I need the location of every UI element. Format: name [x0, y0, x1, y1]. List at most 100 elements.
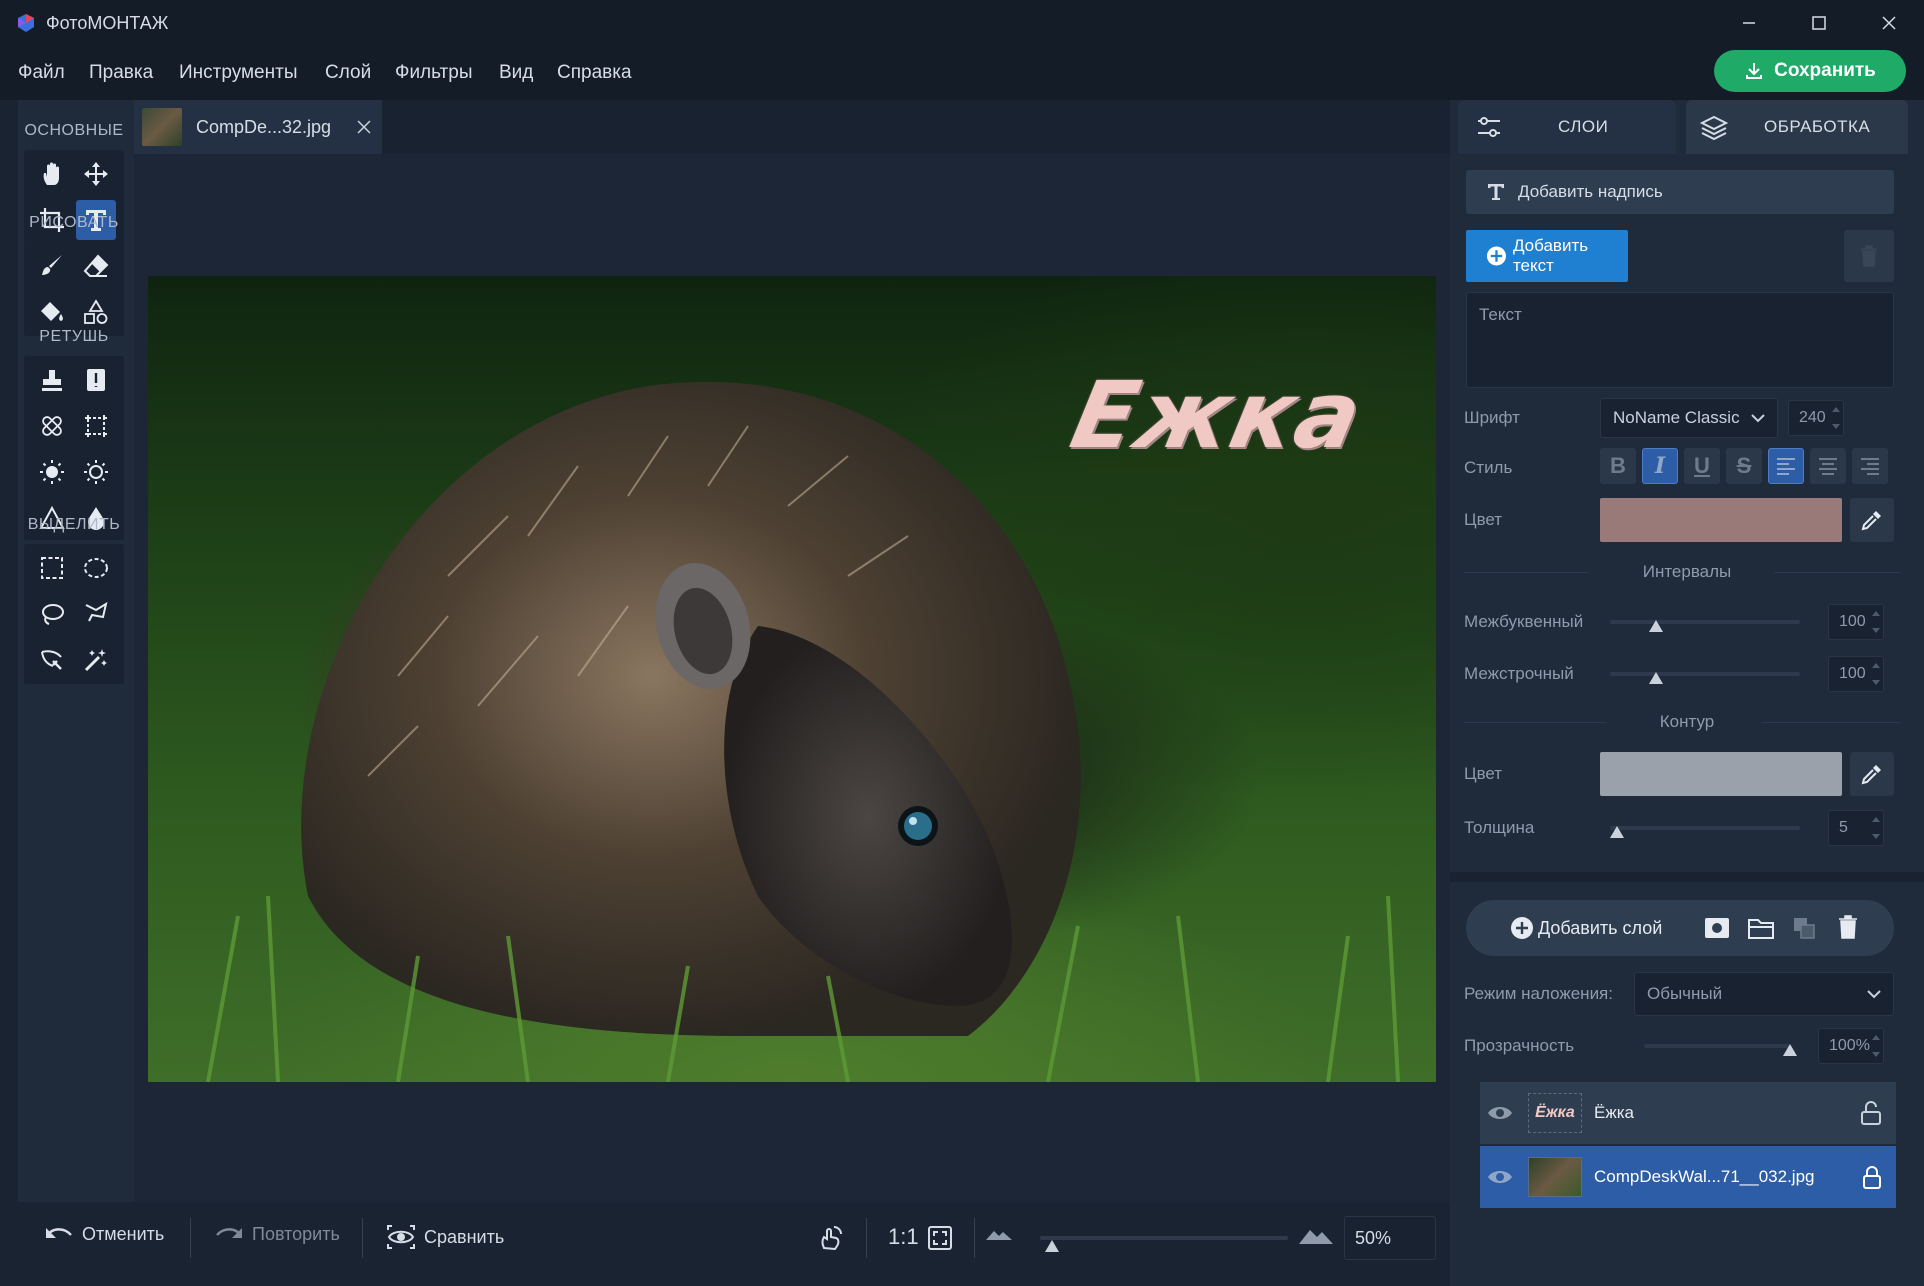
opacity-thumb[interactable]	[1783, 1044, 1797, 1056]
lasso-tool[interactable]	[32, 594, 72, 634]
spin-up-icon[interactable]	[1871, 813, 1881, 827]
blend-mode-select[interactable]: Обычный	[1634, 972, 1894, 1016]
eye-icon[interactable]	[1486, 1167, 1514, 1187]
line-spacing-value: 100	[1839, 665, 1866, 682]
line-spacing-input[interactable]: 100	[1828, 656, 1884, 692]
spin-down-icon[interactable]	[1871, 829, 1881, 843]
outline-eyedropper-button[interactable]	[1850, 752, 1894, 796]
text-color-swatch[interactable]	[1600, 498, 1842, 542]
opacity-input[interactable]: 100%	[1818, 1028, 1884, 1064]
italic-button[interactable]: I	[1642, 448, 1678, 484]
zoom-in-button[interactable]	[1298, 1224, 1334, 1248]
menu-view[interactable]: Вид	[499, 62, 533, 84]
eye-icon[interactable]	[1486, 1103, 1514, 1123]
overlay-text[interactable]: Ежка	[1063, 362, 1373, 469]
compare-button[interactable]: Сравнить	[386, 1224, 504, 1250]
text-input-placeholder: Текст	[1479, 305, 1522, 324]
redo-button[interactable]: Повторить	[214, 1224, 340, 1245]
close-tab-icon[interactable]	[357, 120, 371, 134]
layer-row-text[interactable]: Ёжка Ёжка	[1480, 1082, 1896, 1144]
darken-tool[interactable]	[76, 452, 116, 492]
menu-edit[interactable]: Правка	[89, 62, 153, 84]
brush-tool[interactable]	[32, 246, 72, 286]
spin-down-icon[interactable]	[1871, 1047, 1881, 1061]
layer-mask-icon[interactable]	[1704, 916, 1730, 940]
trash-icon[interactable]	[1838, 914, 1858, 940]
spin-up-icon[interactable]	[1871, 1031, 1881, 1045]
actual-size-button[interactable]: 1:1	[888, 1224, 919, 1250]
thickness-input[interactable]: 5	[1828, 810, 1884, 846]
duplicate-layer-icon[interactable]	[1792, 916, 1816, 940]
close-window-button[interactable]	[1854, 0, 1924, 46]
ellipse-select-tool[interactable]	[76, 548, 116, 588]
letter-spacing-slider[interactable]	[1610, 620, 1800, 624]
zoom-slider-track[interactable]	[1040, 1236, 1288, 1240]
zoom-out-button[interactable]	[984, 1224, 1014, 1244]
spin-down-icon[interactable]	[1871, 675, 1881, 689]
menu-tools[interactable]: Инструменты	[179, 62, 297, 84]
undo-button[interactable]: Отменить	[44, 1224, 164, 1245]
hand-tool[interactable]	[32, 154, 72, 194]
magic-wand-tool[interactable]	[76, 640, 116, 680]
strikethrough-button[interactable]: S	[1726, 448, 1762, 484]
patch-tool[interactable]	[32, 406, 72, 446]
add-layer-button[interactable]: Добавить слой	[1510, 916, 1662, 940]
fit-screen-button[interactable]	[926, 1224, 954, 1252]
font-size-input[interactable]: 240	[1788, 400, 1844, 436]
line-spacing-thumb[interactable]	[1649, 672, 1663, 684]
polygon-lasso-tool[interactable]	[76, 594, 116, 634]
thickness-slider[interactable]	[1610, 826, 1800, 830]
frame-tool[interactable]	[76, 406, 116, 446]
menu-filters[interactable]: Фильтры	[395, 62, 472, 84]
bold-button[interactable]: B	[1600, 448, 1636, 484]
menu-file[interactable]: Файл	[18, 62, 65, 84]
move-tool[interactable]	[76, 154, 116, 194]
spin-down-icon[interactable]	[1831, 419, 1841, 433]
eraser-tool[interactable]	[76, 246, 116, 286]
lock-icon[interactable]	[1862, 1165, 1882, 1189]
align-right-button[interactable]	[1852, 448, 1888, 484]
outline-color-swatch[interactable]	[1600, 752, 1842, 796]
fill-tool[interactable]	[32, 292, 72, 332]
line-spacing-slider[interactable]	[1610, 672, 1800, 676]
align-center-button[interactable]	[1810, 448, 1846, 484]
document-tab[interactable]: CompDe...32.jpg	[134, 100, 382, 154]
folder-icon[interactable]	[1748, 916, 1774, 940]
photo-canvas[interactable]: Ежка	[148, 276, 1436, 1082]
thickness-thumb[interactable]	[1610, 826, 1624, 838]
menu-help[interactable]: Справка	[557, 62, 632, 84]
spin-up-icon[interactable]	[1871, 607, 1881, 621]
spin-up-icon[interactable]	[1871, 659, 1881, 673]
canvas-area[interactable]: Ежка	[134, 154, 1450, 1202]
zoom-slider-thumb[interactable]	[1045, 1240, 1060, 1252]
unlock-icon[interactable]	[1860, 1101, 1882, 1125]
magnetic-lasso-tool[interactable]	[32, 640, 72, 680]
add-caption-button[interactable]: Добавить надпись	[1466, 170, 1894, 214]
healing-tool[interactable]	[76, 360, 116, 400]
letter-spacing-input[interactable]: 100	[1828, 604, 1884, 640]
layer-row-photo[interactable]: CompDeskWal...71__032.jpg	[1480, 1146, 1896, 1208]
stamp-tool[interactable]	[32, 360, 72, 400]
delete-text-button[interactable]	[1844, 230, 1894, 282]
minimize-button[interactable]	[1714, 0, 1784, 46]
text-input[interactable]: Текст	[1466, 292, 1894, 388]
rect-select-tool[interactable]	[32, 548, 72, 588]
tab-processing[interactable]: ОБРАБОТКА	[1686, 100, 1908, 154]
add-text-button[interactable]: Добавить текст	[1466, 230, 1628, 282]
brighten-tool[interactable]	[32, 452, 72, 492]
fit-rotate-button[interactable]	[816, 1224, 844, 1252]
maximize-button[interactable]	[1784, 0, 1854, 46]
save-button[interactable]: Сохранить	[1714, 50, 1906, 92]
underline-button[interactable]: U	[1684, 448, 1720, 484]
spin-down-icon[interactable]	[1871, 623, 1881, 637]
spin-up-icon[interactable]	[1831, 403, 1841, 417]
shapes-tool[interactable]	[76, 292, 116, 332]
font-select[interactable]: NoName Classic	[1600, 398, 1778, 438]
tab-layers[interactable]: СЛОИ	[1458, 100, 1676, 154]
zoom-input[interactable]: 50%	[1344, 1216, 1436, 1260]
menu-layer[interactable]: Слой	[325, 62, 371, 84]
eyedropper-button[interactable]	[1850, 498, 1894, 542]
opacity-slider[interactable]	[1644, 1044, 1790, 1048]
letter-spacing-thumb[interactable]	[1649, 620, 1663, 632]
align-left-button[interactable]	[1768, 448, 1804, 484]
